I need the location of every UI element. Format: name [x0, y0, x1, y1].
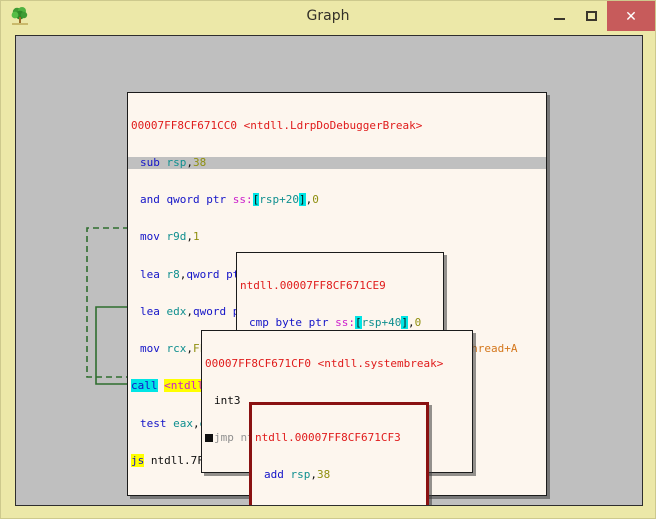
- minimize-button[interactable]: [543, 1, 575, 31]
- block-header: ntdll.00007FF8CF671CF3: [255, 430, 401, 444]
- close-button[interactable]: ✕: [607, 1, 655, 31]
- instruction-row[interactable]: mov r9d,1: [131, 231, 542, 244]
- basic-block-671cf3[interactable]: ntdll.00007FF8CF671CF3 add rsp,38 ret: [249, 402, 429, 505]
- window-controls: ✕: [543, 1, 655, 31]
- tree-icon: [9, 5, 31, 27]
- maximize-icon: [585, 11, 597, 21]
- close-icon: ✕: [625, 7, 637, 24]
- block-header: 00007FF8CF671CC0 <ntdll.LdrpDoDebuggerBr…: [131, 118, 423, 132]
- graph-canvas[interactable]: 00007FF8CF671CC0 <ntdll.LdrpDoDebuggerBr…: [15, 35, 643, 506]
- instruction-row[interactable]: add rsp,38: [255, 468, 422, 481]
- graph-window: Graph ✕ 00007FF8CF671CC0 <ntdll.LdrpDoDe…: [0, 0, 656, 519]
- instruction-row[interactable]: cmp byte ptr ss:[rsp+40],0: [240, 316, 439, 330]
- instruction-row[interactable]: sub rsp,38: [128, 156, 546, 170]
- block-header: ntdll.00007FF8CF671CE9: [240, 278, 386, 292]
- title-bar: Graph ✕: [1, 1, 655, 31]
- minimize-icon: [553, 18, 565, 20]
- instruction-row[interactable]: and qword ptr ss:[rsp+20],0: [131, 193, 542, 207]
- maximize-button[interactable]: [575, 1, 607, 31]
- bookmark-icon: [205, 434, 213, 443]
- block-header: 00007FF8CF671CF0 <ntdll.systembreak>: [205, 356, 444, 370]
- graph-viewport[interactable]: 00007FF8CF671CC0 <ntdll.LdrpDoDebuggerBr…: [16, 36, 642, 505]
